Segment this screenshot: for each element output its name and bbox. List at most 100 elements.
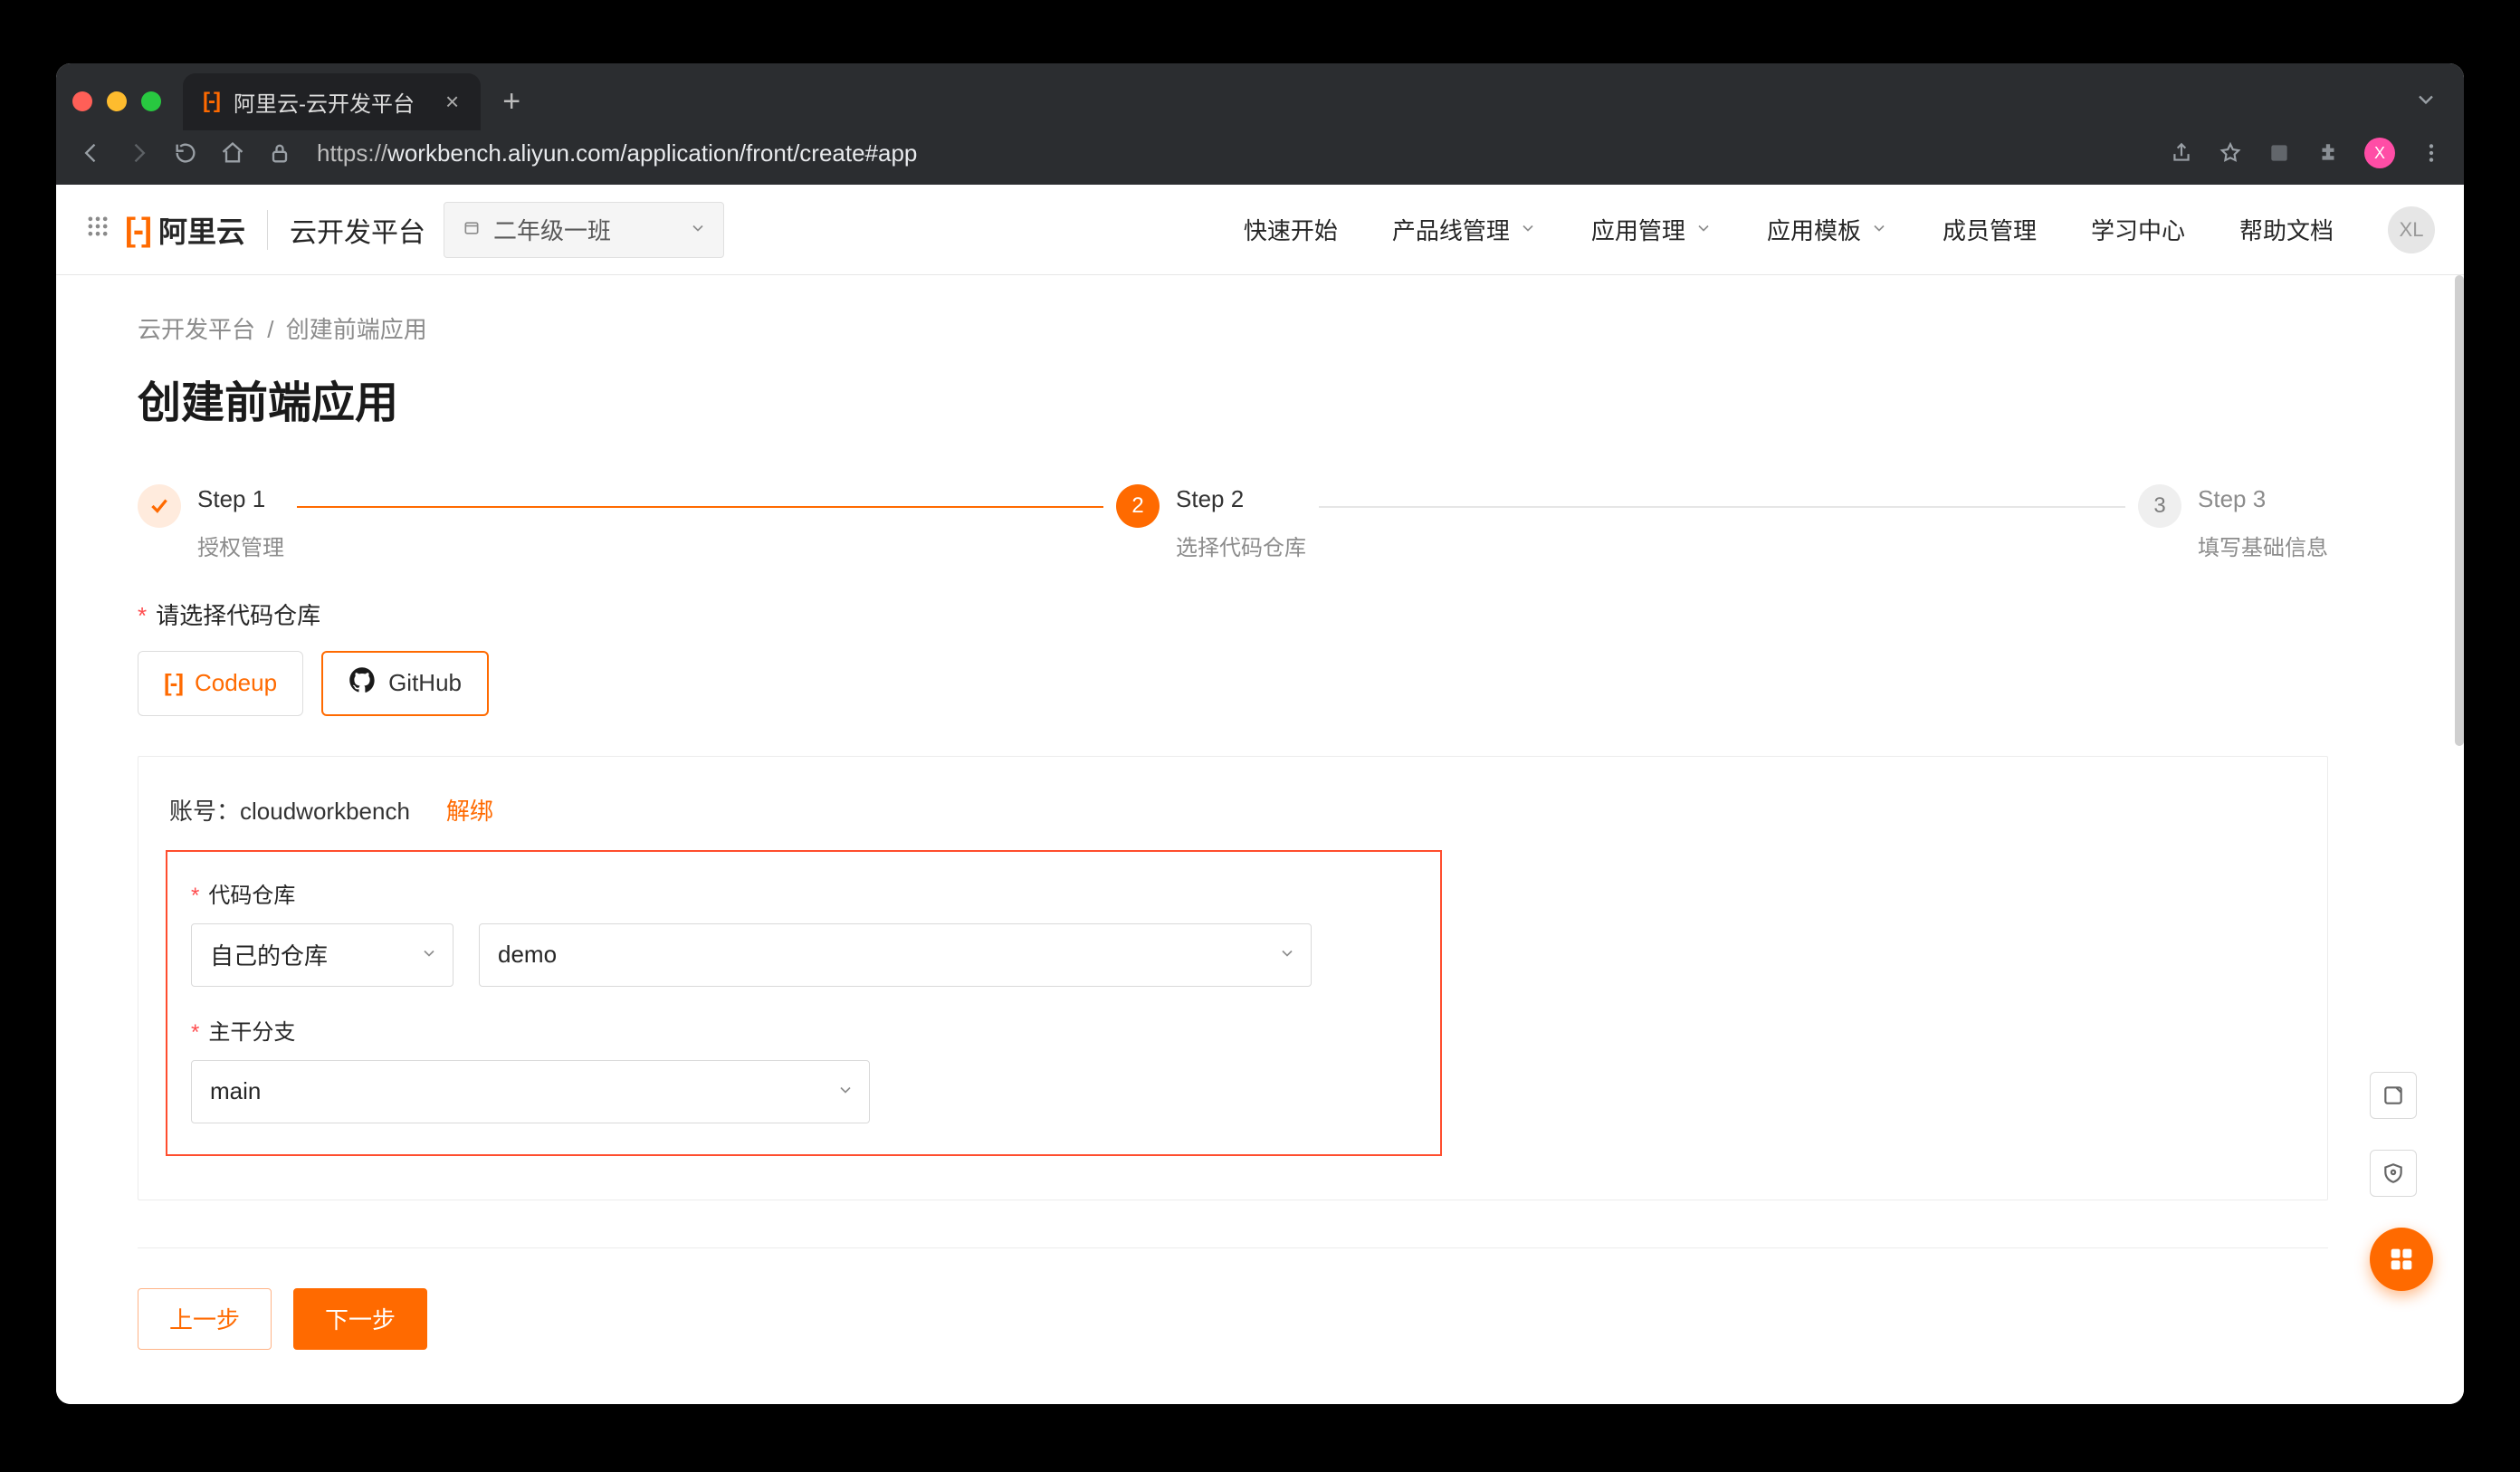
step-title: Step 1 xyxy=(197,484,284,515)
step-connector xyxy=(1319,506,2125,508)
step-current-ball: 2 xyxy=(1116,484,1160,528)
reading-list-icon[interactable] xyxy=(2267,140,2292,166)
kebab-menu-icon[interactable] xyxy=(2419,140,2444,166)
field-label: 主干分支 xyxy=(191,1014,1417,1046)
divider xyxy=(267,210,268,250)
minimize-window-button[interactable] xyxy=(107,91,127,111)
highlight-box: 代码仓库 自己的仓库 demo xyxy=(166,850,1442,1156)
step-3: 3 Step 3 填写基础信息 xyxy=(2138,484,2328,561)
crumb-sep: / xyxy=(267,316,273,343)
chevron-down-icon xyxy=(1278,941,1296,969)
account-text: 账号：cloudworkbench xyxy=(169,793,410,827)
branch-select[interactable]: main xyxy=(191,1060,870,1123)
nav-label: 帮助文档 xyxy=(2239,213,2334,246)
nav-app-tmpl[interactable]: 应用模板 xyxy=(1767,213,1888,246)
aliyun-brand-text: 阿里云 xyxy=(158,209,245,251)
tool-security-icon[interactable] xyxy=(2370,1150,2417,1197)
nav-app-mgmt[interactable]: 应用管理 xyxy=(1591,213,1713,246)
browser-chrome: [-] 阿里云-云开发平台 × + https://workbench.aliy… xyxy=(56,63,2464,185)
nav-learn[interactable]: 学习中心 xyxy=(2091,213,2185,246)
chevron-down-icon xyxy=(836,1077,854,1105)
window-controls xyxy=(72,91,161,111)
apps-grid-icon[interactable] xyxy=(85,214,110,245)
step-done-icon xyxy=(138,484,181,528)
fab-support-icon[interactable] xyxy=(2370,1228,2433,1291)
user-avatar[interactable]: XL xyxy=(2388,206,2435,253)
repo-option-github[interactable]: GitHub xyxy=(321,651,489,716)
page-title: 创建前端应用 xyxy=(138,367,2328,430)
next-button[interactable]: 下一步 xyxy=(293,1288,427,1350)
unbind-link[interactable]: 解绑 xyxy=(446,793,493,827)
nav-label: 快速开始 xyxy=(1244,213,1338,246)
aliyun-mark-icon: [-] xyxy=(125,211,149,249)
field-label: 代码仓库 xyxy=(191,877,1417,909)
step-wait-ball: 3 xyxy=(2138,484,2181,528)
chevron-down-icon xyxy=(1870,215,1888,244)
tab-favicon-icon: [-] xyxy=(203,89,219,114)
aliyun-logo[interactable]: [-] 阿里云 xyxy=(125,209,245,251)
floating-tools xyxy=(2370,1072,2433,1291)
platform-title: 云开发平台 xyxy=(290,210,425,250)
new-tab-button[interactable]: + xyxy=(493,84,530,119)
prev-button[interactable]: 上一步 xyxy=(138,1288,272,1350)
nav-label: 产品线管理 xyxy=(1392,213,1510,246)
content: 云开发平台 / 创建前端应用 创建前端应用 Step 1 授权管理 2 S xyxy=(56,275,2464,1404)
nav-member[interactable]: 成员管理 xyxy=(1942,213,2037,246)
toolbar-actions: X xyxy=(2169,138,2444,168)
repo-options: [-] Codeup GitHub xyxy=(138,651,2328,716)
tool-screenshot-icon[interactable] xyxy=(2370,1072,2417,1119)
app-topbar: [-] 阿里云 云开发平台 二年级一班 快速开始 产品线管理 应用管理 应用模板… xyxy=(56,185,2464,275)
crumb-leaf: 创建前端应用 xyxy=(286,316,427,343)
wizard-actions: 上一步 下一步 xyxy=(138,1288,2328,1350)
codeup-icon: [-] xyxy=(164,669,182,697)
step-desc: 选择代码仓库 xyxy=(1176,530,1306,561)
repo-name-select[interactable]: demo xyxy=(479,923,1312,987)
nav-label: 成员管理 xyxy=(1942,213,2037,246)
nav-label: 学习中心 xyxy=(2091,213,2185,246)
top-nav: 快速开始 产品线管理 应用管理 应用模板 成员管理 学习中心 帮助文档 XL xyxy=(1244,206,2435,253)
home-button[interactable] xyxy=(217,138,248,168)
repo-owner-select[interactable]: 自己的仓库 xyxy=(191,923,453,987)
repo-config-card: 账号：cloudworkbench 解绑 代码仓库 自己的仓库 demo xyxy=(138,756,2328,1200)
field-repo: 代码仓库 自己的仓库 demo xyxy=(191,877,1417,987)
url-text[interactable]: https://workbench.aliyun.com/application… xyxy=(311,139,2143,167)
step-desc: 授权管理 xyxy=(197,530,284,561)
repo-label: Codeup xyxy=(195,669,277,697)
select-value: 自己的仓库 xyxy=(210,938,328,971)
nav-product[interactable]: 产品线管理 xyxy=(1392,213,1537,246)
github-icon xyxy=(348,666,376,700)
crumb-root[interactable]: 云开发平台 xyxy=(138,316,255,343)
profile-avatar[interactable]: X xyxy=(2364,138,2395,168)
tabs-overflow-icon[interactable] xyxy=(2413,87,2439,117)
class-value: 二年级一班 xyxy=(493,213,611,246)
class-select[interactable]: 二年级一班 xyxy=(444,202,724,258)
class-icon xyxy=(463,215,481,244)
bookmark-star-icon[interactable] xyxy=(2218,140,2243,166)
step-connector xyxy=(297,506,1103,508)
section-divider xyxy=(138,1247,2328,1248)
share-icon[interactable] xyxy=(2169,140,2194,166)
maximize-window-button[interactable] xyxy=(141,91,161,111)
account-row: 账号：cloudworkbench 解绑 xyxy=(169,793,2300,827)
nav-label: 应用模板 xyxy=(1767,213,1861,246)
repo-select-label: 请选择代码仓库 xyxy=(138,597,2328,631)
step-title: Step 3 xyxy=(2198,484,2328,515)
repo-option-codeup[interactable]: [-] Codeup xyxy=(138,651,303,716)
back-button[interactable] xyxy=(76,138,107,168)
forward-button[interactable] xyxy=(123,138,154,168)
scrollbar[interactable] xyxy=(2455,275,2464,746)
nav-label: 应用管理 xyxy=(1591,213,1685,246)
close-window-button[interactable] xyxy=(72,91,92,111)
nav-quickstart[interactable]: 快速开始 xyxy=(1244,213,1338,246)
tab-bar: [-] 阿里云-云开发平台 × + xyxy=(56,63,2464,129)
chevron-down-icon xyxy=(420,941,438,969)
reload-button[interactable] xyxy=(170,138,201,168)
nav-help[interactable]: 帮助文档 xyxy=(2239,213,2334,246)
extensions-icon[interactable] xyxy=(2315,140,2341,166)
tab-close-icon[interactable]: × xyxy=(445,88,459,116)
lock-icon xyxy=(264,138,295,168)
field-branch: 主干分支 main xyxy=(191,1014,1417,1123)
repo-label: GitHub xyxy=(388,669,462,697)
browser-tab[interactable]: [-] 阿里云-云开发平台 × xyxy=(183,73,481,130)
wizard-steps: Step 1 授权管理 2 Step 2 选择代码仓库 3 Step xyxy=(138,484,2328,561)
